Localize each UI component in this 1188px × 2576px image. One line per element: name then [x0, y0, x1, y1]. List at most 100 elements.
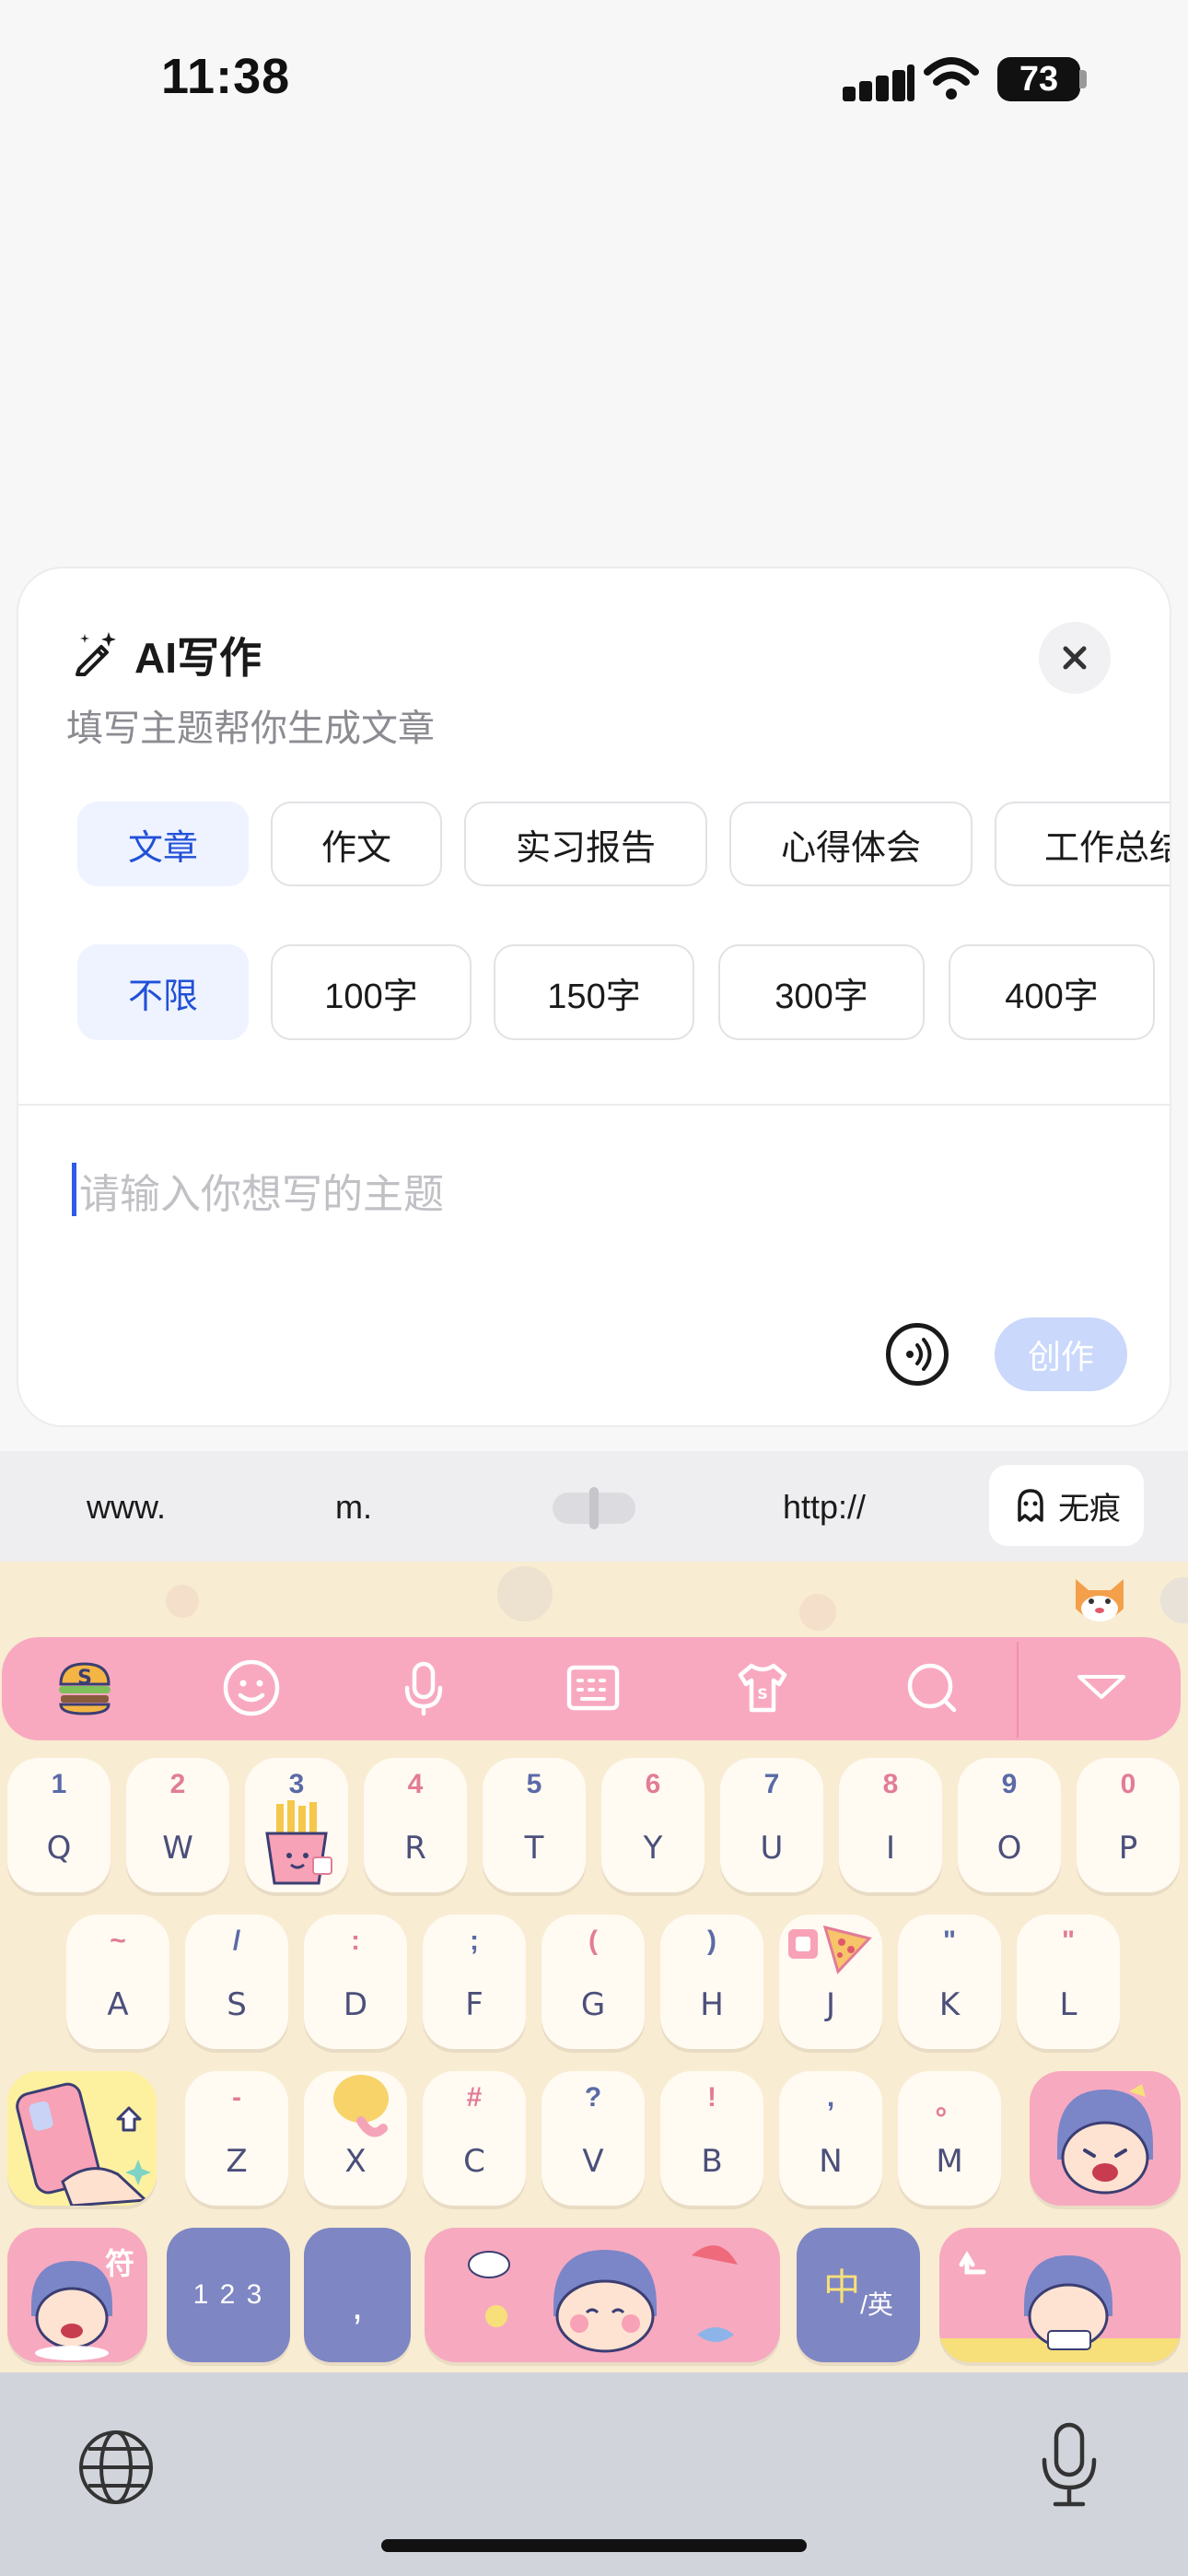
- panel-title: AI写作: [134, 634, 262, 682]
- create-button[interactable]: 创作: [995, 1317, 1127, 1391]
- key-h[interactable]: ) H: [660, 1914, 763, 2049]
- comma-key[interactable]: ,: [304, 2228, 411, 2362]
- return-key[interactable]: [939, 2228, 1181, 2362]
- key-q[interactable]: 1Q: [7, 1758, 111, 1892]
- key-label: I: [885, 1830, 896, 1867]
- key-g[interactable]: (G: [542, 1914, 645, 2049]
- burger-logo-icon[interactable]: S: [53, 1657, 116, 1719]
- length-chip-400[interactable]: 400字: [949, 944, 1155, 1040]
- shift-key[interactable]: [7, 2071, 157, 2206]
- key-hint: ;: [470, 1926, 479, 1956]
- key-hint: ": [1061, 1926, 1076, 1956]
- key-z[interactable]: -Z: [185, 2071, 288, 2206]
- key-label: S: [227, 1986, 247, 2023]
- girl-cake-sticker-icon: [939, 2251, 1181, 2362]
- decor-dot: [799, 1594, 836, 1631]
- key-label: B: [701, 2143, 723, 2180]
- key-label: X: [344, 2143, 367, 2180]
- key-b[interactable]: ! B: [660, 2071, 763, 2206]
- key-hint: :: [351, 1926, 360, 1956]
- search-icon[interactable]: [903, 1658, 961, 1717]
- key-label: L: [1059, 1986, 1077, 2023]
- globe-icon[interactable]: [77, 2429, 155, 2506]
- key-o[interactable]: 9O: [958, 1758, 1061, 1892]
- length-chip-150[interactable]: 150字: [494, 944, 694, 1040]
- phone-hand-sticker-icon: [16, 2082, 151, 2206]
- emoji-icon[interactable]: [222, 1658, 281, 1717]
- dictation-microphone-icon[interactable]: [1039, 2421, 1100, 2510]
- skin-shirt-icon[interactable]: S: [733, 1658, 792, 1717]
- type-chip-internship-report[interactable]: 实习报告: [464, 802, 707, 886]
- key-s[interactable]: / S: [185, 1914, 288, 2049]
- suggestion-http[interactable]: http://: [783, 1488, 866, 1527]
- key-k[interactable]: " K: [898, 1914, 1001, 2049]
- key-hint: 。: [936, 2090, 963, 2121]
- length-chip-100[interactable]: 100字: [271, 944, 472, 1040]
- key-label: J: [825, 1986, 836, 2023]
- key-d[interactable]: :D: [304, 1914, 407, 2049]
- key-j[interactable]: J: [779, 1914, 882, 2049]
- key-label: C: [463, 2143, 485, 2180]
- key-label: K: [938, 1986, 961, 2023]
- type-chip-composition[interactable]: 作文: [271, 802, 442, 886]
- key-i[interactable]: 8I: [839, 1758, 942, 1892]
- key-n[interactable]: ,N: [779, 2071, 882, 2206]
- pizza-sticker-icon: [822, 1925, 872, 1974]
- key-f[interactable]: ; F: [423, 1914, 526, 2049]
- fries-sticker-icon: [265, 1800, 332, 1885]
- suggestion-www[interactable]: www.: [87, 1488, 166, 1527]
- text-caret: [72, 1163, 76, 1216]
- suggestion-m[interactable]: m.: [335, 1488, 372, 1527]
- key-hint: 2: [169, 1769, 186, 1799]
- key-e[interactable]: 3: [245, 1758, 348, 1892]
- type-chip-reflection[interactable]: 心得体会: [729, 802, 973, 886]
- key-hint: !: [707, 2082, 716, 2113]
- key-x[interactable]: X: [304, 2071, 407, 2206]
- key-hint: /: [232, 1926, 241, 1956]
- type-chip-article[interactable]: 文章: [77, 802, 249, 886]
- incognito-button[interactable]: 无痕: [989, 1465, 1144, 1546]
- svg-text:S: S: [77, 1667, 92, 1690]
- key-t[interactable]: 5T: [483, 1758, 586, 1892]
- status-time: 11:38: [161, 49, 291, 104]
- key-r[interactable]: 4R: [364, 1758, 467, 1892]
- lang-sub-label: /英: [860, 2290, 893, 2319]
- key-label: F: [465, 1986, 483, 2023]
- topic-input[interactable]: 请输入你想写的主题: [79, 1161, 444, 1220]
- type-chip-work-summary[interactable]: 工作总结: [995, 802, 1170, 886]
- key-label: H: [700, 1986, 724, 2023]
- chevron-down-icon[interactable]: [1072, 1658, 1131, 1717]
- symbol-key[interactable]: 符: [7, 2228, 147, 2362]
- space-key[interactable]: [425, 2228, 780, 2362]
- lang-label: 中: [823, 2267, 861, 2308]
- microphone-icon[interactable]: [394, 1658, 453, 1717]
- key-a[interactable]: ~ A: [66, 1914, 169, 2049]
- key-m[interactable]: 。 M: [898, 2071, 1001, 2206]
- key-label: O: [996, 1830, 1022, 1867]
- key-l[interactable]: " L: [1017, 1914, 1120, 2049]
- wifi-icon: [924, 57, 979, 100]
- close-button[interactable]: [1039, 622, 1111, 694]
- key-v[interactable]: ? V: [542, 2071, 645, 2206]
- fox-mascot-icon: [1076, 1579, 1124, 1622]
- key-p[interactable]: 0P: [1077, 1758, 1180, 1892]
- incognito-label: 无痕: [1058, 1491, 1121, 1527]
- decor-dot: [497, 1566, 553, 1622]
- length-chip-unlimited[interactable]: 不限: [77, 944, 249, 1040]
- delete-key[interactable]: [1030, 2071, 1181, 2206]
- key-w[interactable]: 2W: [126, 1758, 229, 1892]
- key-hint: 1: [51, 1769, 67, 1799]
- numbers-key[interactable]: 1 2 3: [167, 2228, 290, 2362]
- sound-wave-icon: [906, 1338, 932, 1371]
- cursor-slider-handle[interactable]: [553, 1487, 635, 1529]
- key-label: Q: [46, 1830, 72, 1867]
- key-u[interactable]: 7U: [720, 1758, 823, 1892]
- keyboard-layout-icon[interactable]: [564, 1658, 623, 1717]
- key-y[interactable]: 6Y: [601, 1758, 705, 1892]
- voice-input-button[interactable]: [886, 1323, 949, 1386]
- key-c[interactable]: # C: [423, 2071, 526, 2206]
- length-chip-300[interactable]: 300字: [718, 944, 925, 1040]
- home-indicator[interactable]: [381, 2539, 807, 2552]
- language-switch-key[interactable]: 中 /英: [797, 2228, 920, 2362]
- key-label: D: [343, 1986, 368, 2023]
